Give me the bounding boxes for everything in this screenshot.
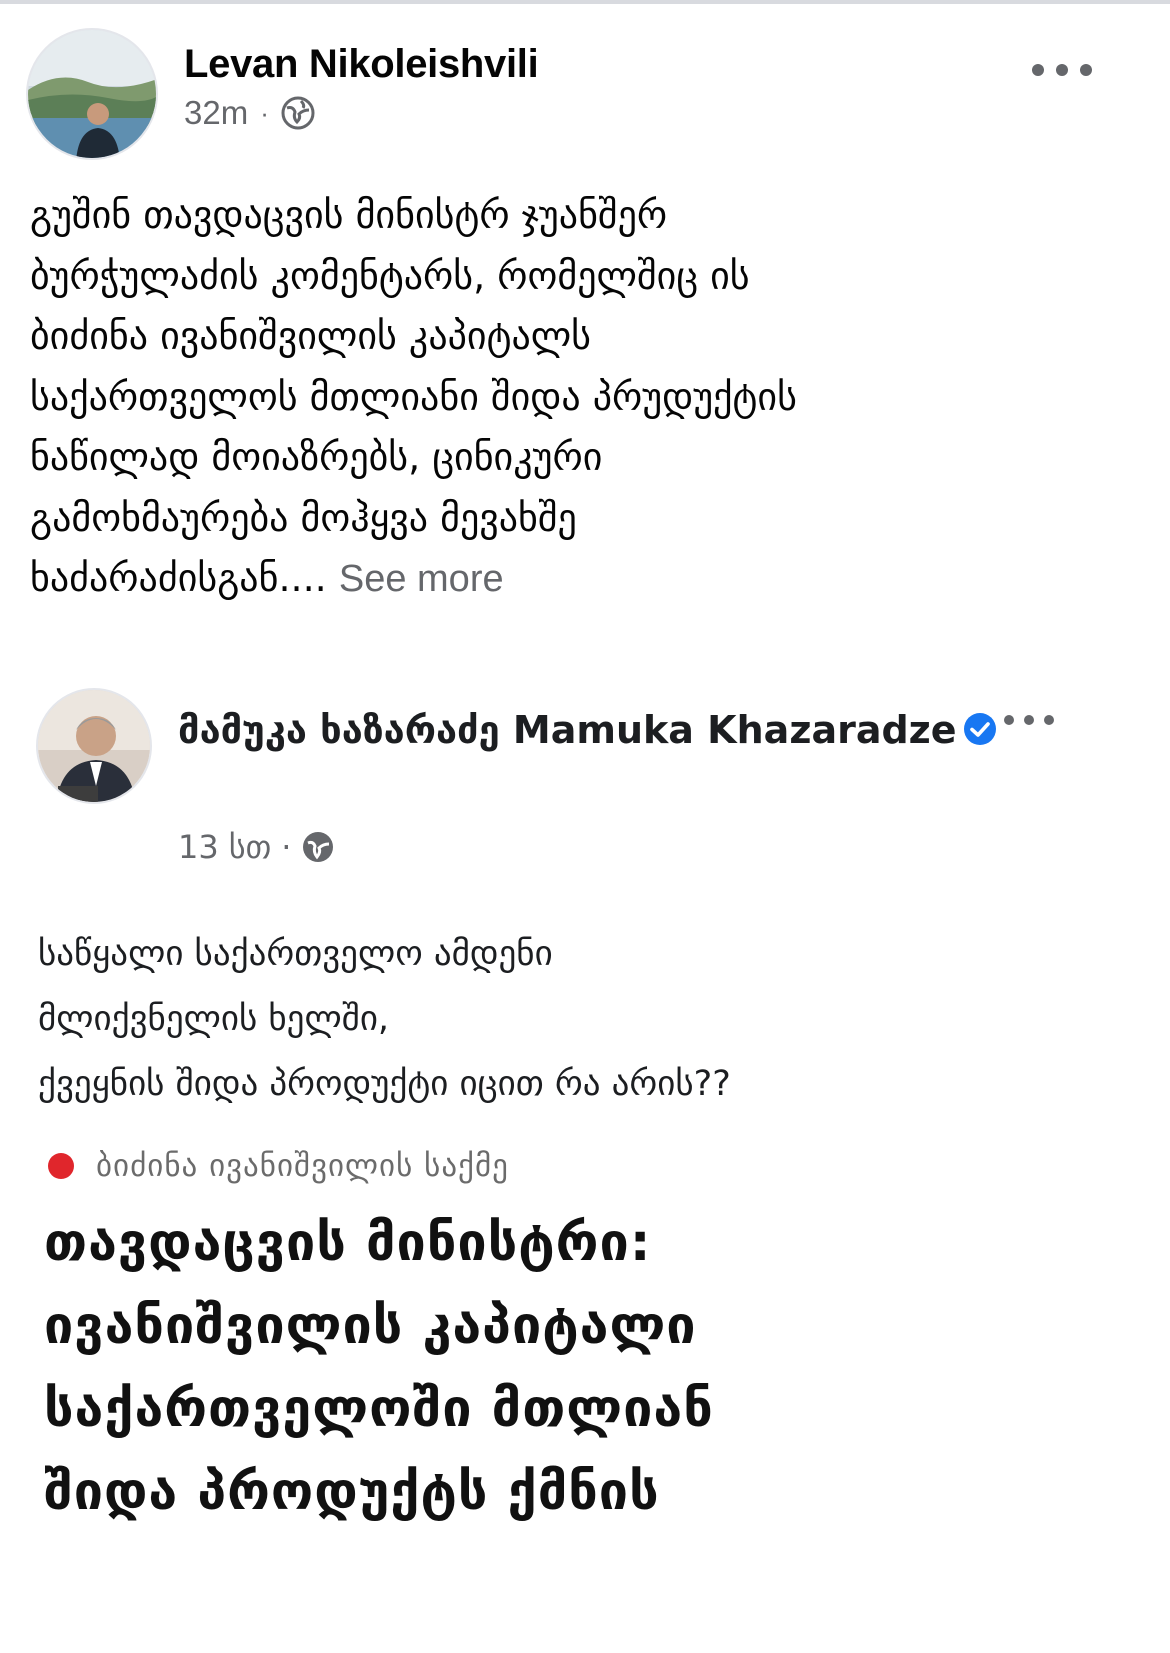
- shared-headline: თავდაცვის მინისტრი: ივანიშვილის კაპიტალი…: [44, 1213, 714, 1522]
- post-time[interactable]: 32m: [184, 94, 248, 132]
- author-name[interactable]: Levan Nikoleishvili: [184, 42, 539, 87]
- source-dot-icon: [48, 1153, 74, 1179]
- shared-meta-separator: ·: [281, 828, 292, 866]
- meta-separator: ·: [260, 97, 269, 128]
- author-avatar[interactable]: [26, 28, 158, 160]
- post-meta: 32m ·: [184, 94, 315, 132]
- shared-post-text: საწყალი საქართველო ამდენი მლიქვნელის ხელ…: [38, 934, 731, 1104]
- shared-author-avatar[interactable]: [36, 688, 152, 804]
- shared-more-options-icon[interactable]: [1004, 710, 1054, 730]
- shared-post-time[interactable]: 13 სთ: [178, 828, 271, 866]
- verified-badge-icon: [963, 703, 997, 745]
- post-text: გუშინ თავდაცვის მინისტრ ჯუანშერ ბურჭულაძ…: [30, 193, 797, 600]
- globe-icon[interactable]: [301, 830, 335, 864]
- globe-icon[interactable]: [281, 96, 315, 130]
- post-header: Levan Nikoleishvili 32m ·: [26, 28, 1146, 163]
- post-body: გუშინ თავდაცვის მინისტრ ჯუანშერ ბურჭულაძ…: [30, 185, 1130, 610]
- shared-author-name[interactable]: მამუკა ხაზარაძე Mamuka Khazaradze: [178, 700, 998, 760]
- shared-author-label[interactable]: მამუკა ხაზარაძე Mamuka Khazaradze: [178, 708, 957, 752]
- shared-source: ბიძინა ივანიშვილის საქმე: [48, 1148, 509, 1184]
- post-more-options-icon[interactable]: [1032, 58, 1092, 82]
- top-divider: [0, 0, 1170, 4]
- see-more-link[interactable]: See more: [339, 558, 504, 600]
- shared-post: მამუკა ხაზარაძე Mamuka Khazaradze 13 სთ …: [0, 660, 1170, 1653]
- source-label: ბიძინა ივანიშვილის საქმე: [96, 1148, 509, 1184]
- shared-post-meta: 13 სთ ·: [178, 828, 335, 866]
